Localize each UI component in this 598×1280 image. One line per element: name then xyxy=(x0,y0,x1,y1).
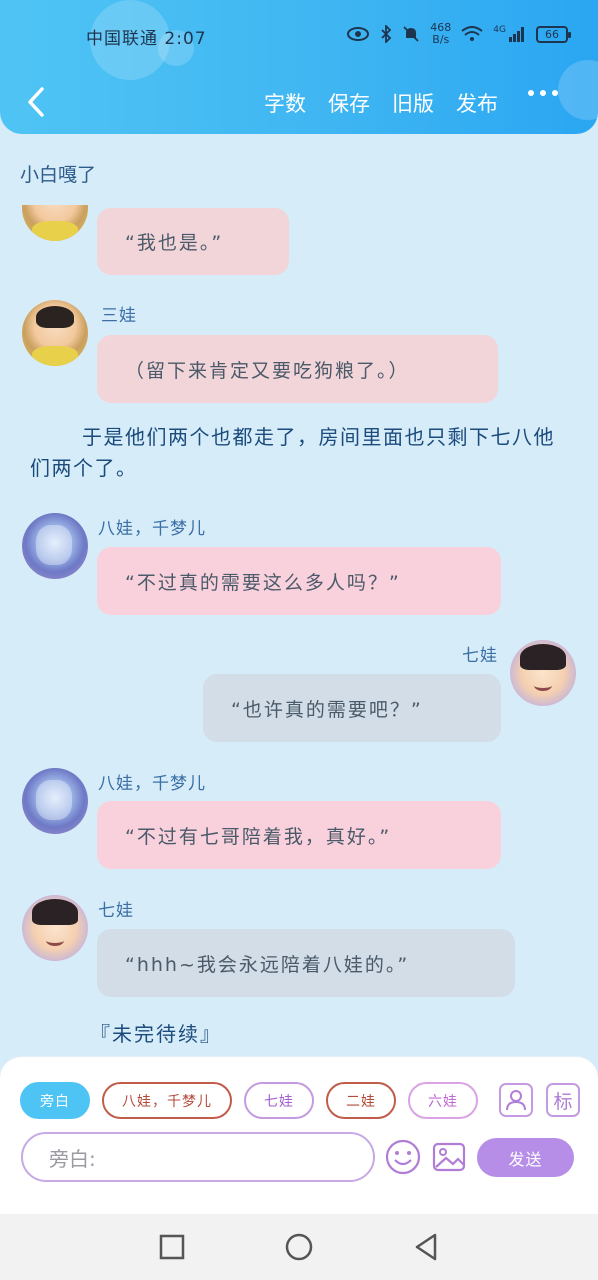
role-chip[interactable]: 八娃，千梦儿 xyxy=(102,1082,232,1119)
save-button[interactable]: 保存 xyxy=(328,88,370,118)
publish-button[interactable]: 发布 xyxy=(456,88,498,118)
avatar[interactable] xyxy=(22,205,88,241)
speaker-name: 七娃 xyxy=(462,646,498,666)
message-bubble[interactable]: “不过有七哥陪着我，真好。” xyxy=(97,801,501,869)
to-be-continued-text[interactable]: 『未完待续』 xyxy=(90,1018,222,1047)
chevron-left-icon xyxy=(28,87,44,117)
input-panel: 旁白 八娃，千梦儿 七娃 二娃 六娃 标 旁白: 发送 xyxy=(0,1056,598,1214)
avatar[interactable] xyxy=(22,895,88,961)
chapter-title: 小白嘎了 xyxy=(20,164,97,186)
signal-icon xyxy=(509,27,524,42)
network-type: 4G xyxy=(493,25,506,35)
person-icon xyxy=(506,1090,526,1111)
back-nav-icon[interactable] xyxy=(411,1232,441,1262)
avatar[interactable] xyxy=(510,640,576,706)
speaker-name: 七娃 xyxy=(98,901,134,921)
back-button[interactable] xyxy=(18,84,54,120)
net-speed: 468 B/s xyxy=(430,21,452,46)
carrier-time: 中国联通 2:07 xyxy=(86,29,207,49)
narration-text[interactable]: 于是他们两个也都走了，房间里面也只剩下七八他们两个了。 xyxy=(30,422,560,484)
role-chip[interactable]: 旁白 xyxy=(20,1082,90,1119)
battery-icon: 66 xyxy=(536,25,571,43)
role-selector: 旁白 八娃，千梦儿 七娃 二娃 六娃 xyxy=(20,1082,482,1120)
avatar[interactable] xyxy=(22,768,88,834)
role-manage-button[interactable] xyxy=(499,1083,533,1117)
toolbar: 字数 保存 旧版 发布 xyxy=(0,80,598,126)
word-count-button[interactable]: 字数 xyxy=(264,88,306,118)
image-icon[interactable] xyxy=(431,1139,467,1175)
old-version-button[interactable]: 旧版 xyxy=(392,88,434,118)
more-menu-button[interactable] xyxy=(528,90,558,96)
home-icon[interactable] xyxy=(284,1232,314,1262)
speaker-name: 八娃，千梦儿 xyxy=(98,774,206,794)
mute-bell-icon xyxy=(403,26,419,42)
message-bubble[interactable]: （留下来肯定又要吃狗粮了。） xyxy=(97,335,498,403)
avatar[interactable] xyxy=(22,300,88,366)
send-button[interactable]: 发送 xyxy=(477,1138,574,1177)
avatar[interactable] xyxy=(22,513,88,579)
chat-area[interactable]: “我也是。” 三娃 （留下来肯定又要吃狗粮了。） 于是他们两个也都走了，房间里面… xyxy=(0,205,598,1055)
role-chip[interactable]: 七娃 xyxy=(244,1082,314,1119)
bluetooth-icon xyxy=(381,25,392,43)
message-bubble[interactable]: “hhh~我会永远陪着八娃的。” xyxy=(97,929,515,997)
recents-icon[interactable] xyxy=(157,1232,187,1262)
message-bubble[interactable]: “我也是。” xyxy=(97,208,289,275)
speaker-name: 八娃，千梦儿 xyxy=(98,519,206,539)
message-bubble[interactable]: “也许真的需要吧？” xyxy=(203,674,501,742)
message-bubble[interactable]: “不过真的需要这么多人吗？” xyxy=(97,547,501,615)
role-chip[interactable]: 六娃 xyxy=(408,1082,478,1119)
wifi-icon xyxy=(461,26,483,41)
eye-icon xyxy=(347,27,370,41)
role-chip[interactable]: 二娃 xyxy=(326,1082,396,1119)
emoji-icon[interactable] xyxy=(385,1139,421,1175)
status-bar: 中国联通 2:07 468 B/s 4G 66 xyxy=(0,18,598,54)
system-navigation-bar xyxy=(0,1214,598,1280)
tag-button[interactable]: 标 xyxy=(546,1083,580,1117)
app-header: 中国联通 2:07 468 B/s 4G 66 字数 保存 旧版 发布 xyxy=(0,0,598,134)
speaker-name: 三娃 xyxy=(101,306,137,326)
message-input[interactable]: 旁白: xyxy=(21,1132,375,1182)
